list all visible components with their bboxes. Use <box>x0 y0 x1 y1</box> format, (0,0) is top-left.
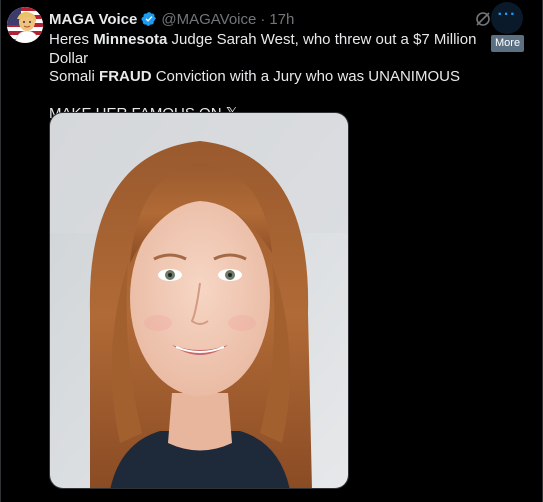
tweet-photo[interactable] <box>49 112 349 489</box>
tweet-header: MAGA Voice @MAGAVoice · 17h <box>49 9 294 29</box>
hashtag-bold-text: FRAUD <box>99 68 152 85</box>
hashtag-bold-text: Minnesota <box>93 31 168 48</box>
avatar[interactable] <box>7 7 43 43</box>
tweet-text: Heres Minnesota Judge Sarah West, who th… <box>49 31 489 123</box>
tweet[interactable]: MAGA Voice @MAGAVoice · 17h ··· More Her… <box>0 0 543 502</box>
text-segment: Conviction with a Jury who was UNANIMOUS <box>151 68 460 85</box>
avatar-image <box>7 7 43 43</box>
display-name[interactable]: MAGA Voice <box>49 11 137 28</box>
tweet-text-line-1: Heres Minnesota Judge Sarah West, who th… <box>49 31 489 68</box>
tweet-text-line-2: Somali FRAUD Conviction with a Jury who … <box>49 68 489 87</box>
more-icon: ··· <box>497 6 517 23</box>
text-segment: Heres <box>49 31 94 48</box>
portrait-photo <box>50 113 348 488</box>
grok-icon[interactable] <box>474 10 492 28</box>
verified-badge-icon <box>141 11 157 27</box>
timestamp[interactable]: 17h <box>269 11 294 28</box>
more-tooltip: More <box>491 35 525 52</box>
text-segment: Somali <box>49 68 100 85</box>
user-handle[interactable]: @MAGAVoice <box>161 11 256 28</box>
separator-dot: · <box>260 10 266 28</box>
more-button[interactable]: ··· <box>491 2 523 34</box>
